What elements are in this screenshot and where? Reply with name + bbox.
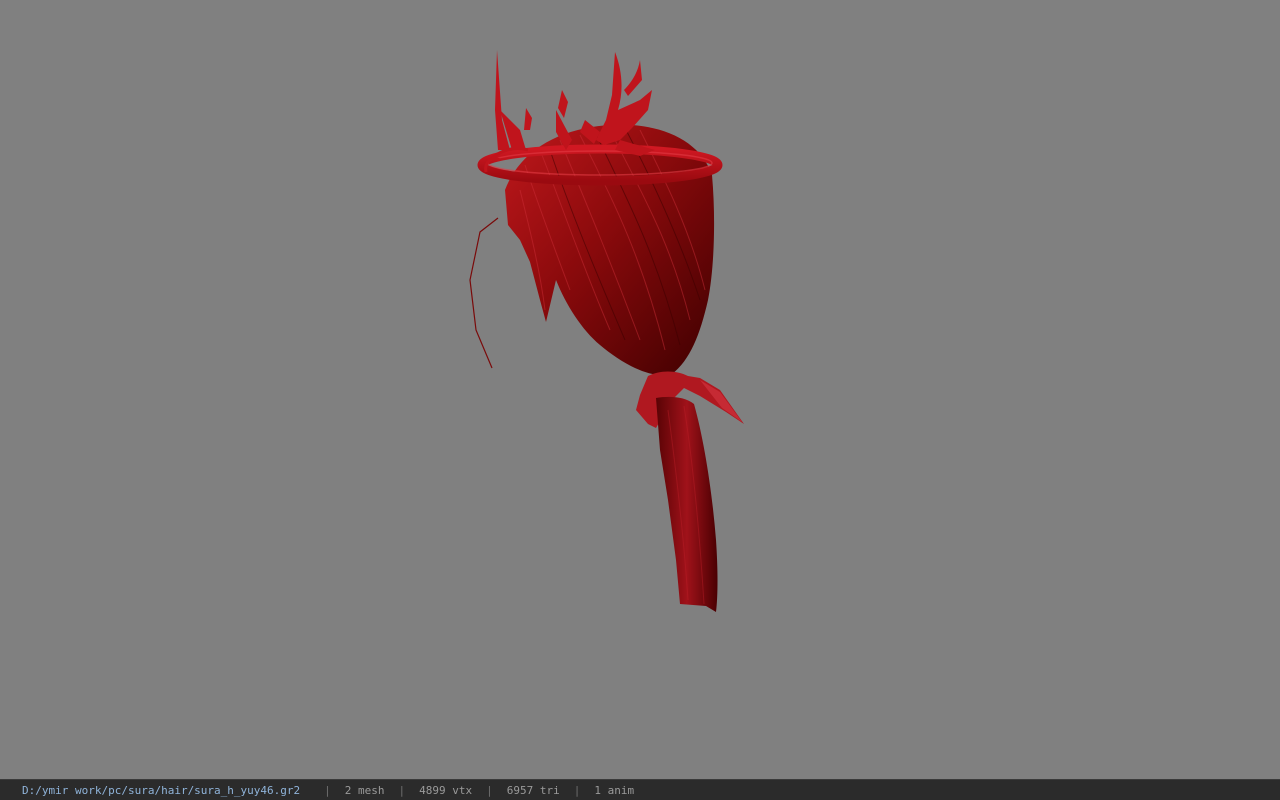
3d-viewport[interactable] xyxy=(0,0,1280,779)
hair-strand xyxy=(469,217,499,369)
hair-model-render xyxy=(469,50,744,612)
status-separator: | xyxy=(573,783,581,797)
status-separator: | xyxy=(398,783,406,797)
status-bar: D:/ymir work/pc/sura/hair/sura_h_yuy46.g… xyxy=(0,779,1280,800)
triangle-count: 6957 tri xyxy=(506,783,560,797)
status-separator: | xyxy=(324,783,331,797)
mesh-count: 2 mesh xyxy=(344,783,385,797)
vertex-count: 4899 vtx xyxy=(419,783,473,797)
file-path: D:/ymir work/pc/sura/hair/sura_h_yuy46.g… xyxy=(22,783,301,797)
anim-count: 1 anim xyxy=(594,783,635,797)
status-separator: | xyxy=(486,783,493,797)
